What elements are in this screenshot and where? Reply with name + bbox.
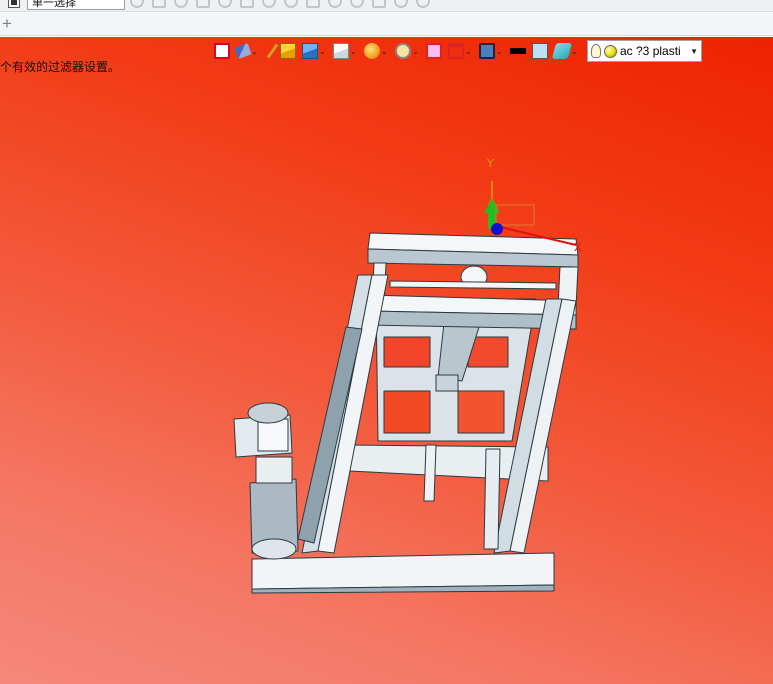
filter-gear-icon[interactable] [394,0,408,8]
filter-face-icon[interactable] [174,0,188,8]
filter-icon-group [130,0,430,8]
motor-coupling [255,456,293,484]
triad-plane-box [495,204,535,226]
filter-body-icon[interactable] [196,0,210,8]
graphics-viewport[interactable]: 个有效的过滤器设置。 ⌄ ⌄ ⌄ ⌄ ⌄ ⌄ ⌄ ⌄ ac ?3 plasti … [0,37,773,684]
triad-y-label: Y [486,157,494,170]
filter-surface-icon[interactable] [372,0,386,8]
cylinder-clevis [435,374,459,392]
triad-x-label: X [574,241,582,254]
filter-sketch-icon[interactable] [218,0,232,8]
selection-filter-dropdown[interactable]: 单一选择 [27,0,125,10]
filter-weld-icon[interactable] [328,0,342,8]
filter-checkbox[interactable] [8,0,20,8]
filter-edge-icon[interactable] [152,0,166,8]
filter-axis-icon[interactable] [262,0,276,8]
filter-dimension-icon[interactable] [350,0,364,8]
motor-end-cap [251,538,297,560]
filter-plane-icon[interactable] [240,0,254,8]
triad-z-origin [491,223,503,235]
plate-cutout-left [383,390,431,434]
document-tab-strip: + [0,13,773,36]
filter-vertex-icon[interactable] [130,0,144,8]
top-frame-inner-bar [389,280,557,290]
filter-annotation-icon[interactable] [306,0,320,8]
gearbox-cover [257,418,289,452]
base-front-rail[interactable] [251,552,555,590]
filter-point-icon[interactable] [284,0,298,8]
cad-model-frame[interactable]: Y X [0,37,773,684]
motor-fan-cover [247,402,289,424]
filter-settings-icon[interactable] [416,0,430,8]
inner-post-left [423,444,437,502]
inner-post-right [483,448,501,550]
add-tab-button[interactable]: + [2,14,12,34]
selection-filter-toolbar: 单一选择 [0,0,773,12]
triad-y-arrow-head [484,199,500,213]
plate-cutout-upper-left [383,336,431,368]
plate-cutout-right [457,390,505,434]
